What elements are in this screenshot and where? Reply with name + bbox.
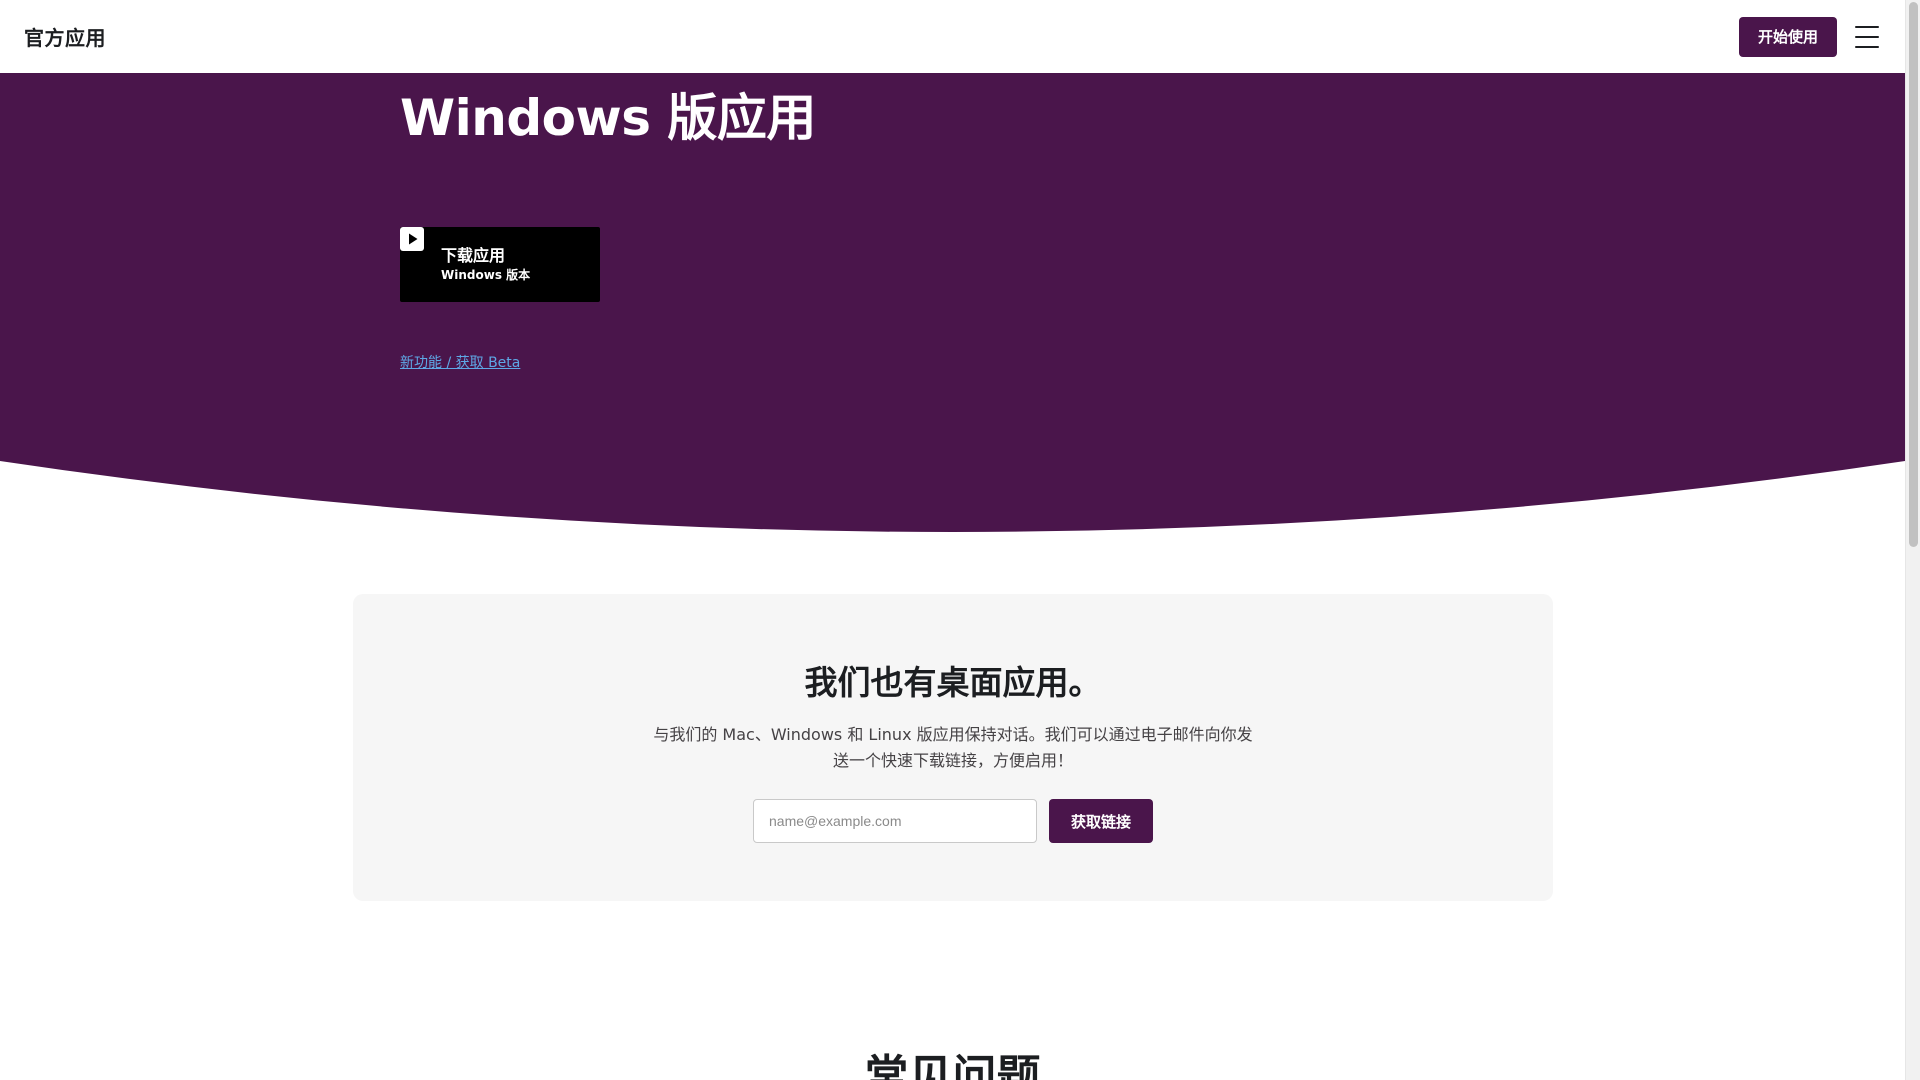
hamburger-icon[interactable] xyxy=(1853,23,1881,51)
menu-line xyxy=(1855,25,1879,28)
desktop-card-title: 我们也有桌面应用。 xyxy=(804,663,1102,702)
site-header: 官方应用 开始使用 xyxy=(0,0,1905,73)
scrollbar-thumb[interactable] xyxy=(1909,2,1918,547)
menu-line xyxy=(1855,45,1879,48)
whats-new-beta-link[interactable]: 新功能 / 获取 Beta xyxy=(400,352,520,372)
download-app-button[interactable]: 下载应用 Windows 版本 xyxy=(400,227,600,302)
hero-background xyxy=(0,73,1905,532)
get-link-button[interactable]: 获取链接 xyxy=(1049,799,1153,843)
page-viewport: Windows 版应用 下载应用 Windows 版本 新功能 / 获取 Bet… xyxy=(0,0,1920,1080)
get-started-button[interactable]: 开始使用 xyxy=(1738,16,1837,57)
site-logo[interactable]: 官方应用 xyxy=(24,22,106,51)
hero-section: Windows 版应用 下载应用 Windows 版本 新功能 / 获取 Bet… xyxy=(0,73,1905,533)
email-link-form: 获取链接 xyxy=(753,799,1153,843)
download-label: 下载应用 xyxy=(441,245,506,265)
desktop-card-description: 与我们的 Mac、Windows 和 Linux 版应用保持对话。我们可以通过电… xyxy=(653,725,1253,770)
faq-heading: 常见问题 xyxy=(864,1051,1041,1080)
header-actions: 开始使用 xyxy=(1738,16,1881,57)
page-scrollbar[interactable] xyxy=(1905,0,1920,1080)
download-platform-label: Windows 版本 xyxy=(441,267,531,282)
hero-content: Windows 版应用 下载应用 Windows 版本 新功能 / 获取 Bet… xyxy=(400,87,816,371)
play-icon xyxy=(400,227,424,251)
menu-line xyxy=(1855,35,1879,38)
desktop-app-card: 我们也有桌面应用。 与我们的 Mac、Windows 和 Linux 版应用保持… xyxy=(353,594,1553,901)
download-button-text: 下载应用 Windows 版本 xyxy=(441,246,530,284)
page-title: Windows 版应用 xyxy=(400,89,816,147)
email-input[interactable] xyxy=(753,799,1037,843)
